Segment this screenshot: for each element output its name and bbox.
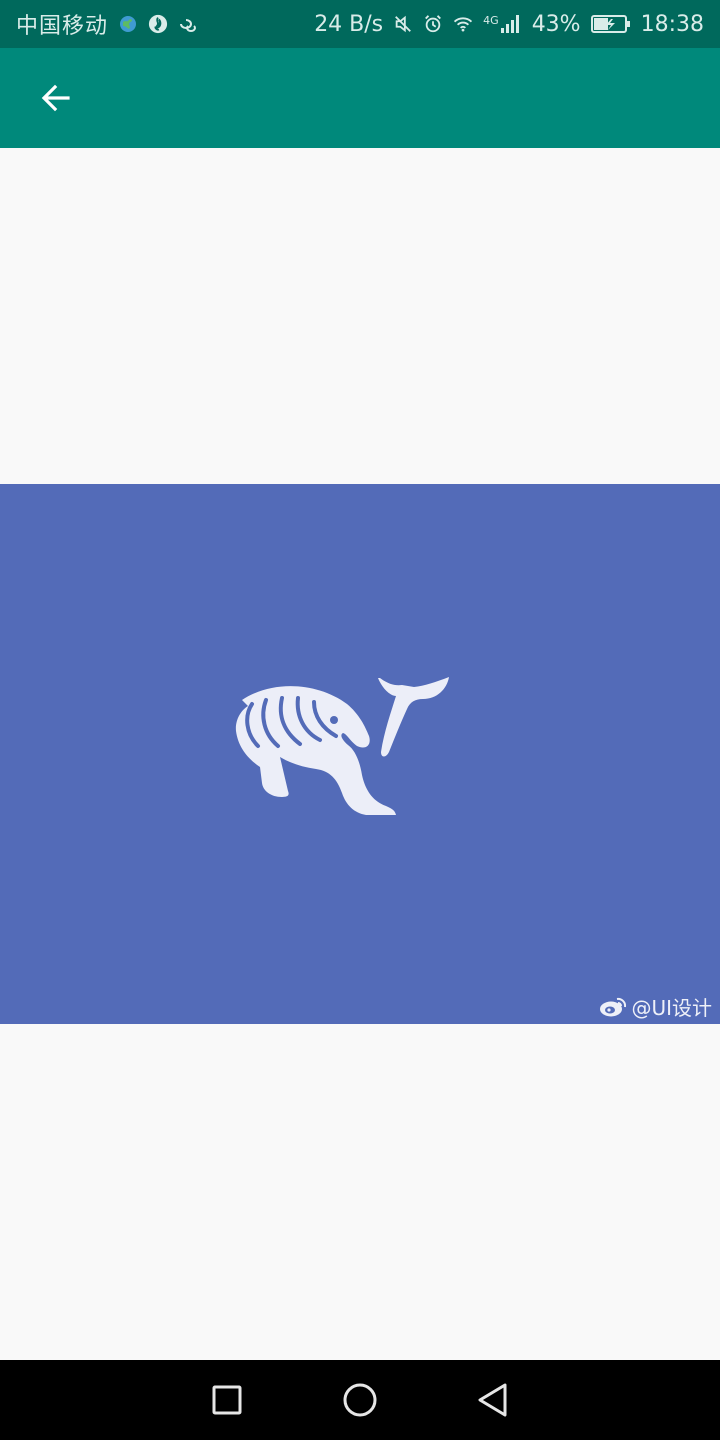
- weibo-watermark: @UI设计: [599, 992, 712, 1021]
- cell-signal-icon: [500, 15, 519, 33]
- circle-icon: [343, 1383, 377, 1417]
- status-bar: 中国移动 24 B/s 4G 43% 18:38: [0, 0, 720, 48]
- globe-icon: [118, 14, 138, 34]
- square-icon: [212, 1385, 242, 1415]
- home-button[interactable]: [328, 1368, 392, 1432]
- app-notification-icon: [148, 14, 168, 34]
- network-type-label: 4G: [483, 14, 499, 27]
- app-bar: [0, 48, 720, 148]
- system-nav-bar: [0, 1360, 720, 1440]
- swirl-notification-icon: [178, 14, 198, 34]
- carrier-label: 中国移动: [16, 14, 109, 39]
- mute-icon: [393, 14, 413, 34]
- nav-back-button[interactable]: [461, 1368, 525, 1432]
- content-area-top: [0, 148, 720, 484]
- content-area-bottom: [0, 1024, 720, 1360]
- overview-button[interactable]: [195, 1368, 259, 1432]
- status-left: 中国移动: [16, 8, 198, 40]
- signal-group: 4G: [483, 14, 522, 34]
- status-right: 24 B/s 4G 43% 18:38: [314, 12, 704, 37]
- net-speed-label: 24 B/s: [314, 11, 384, 37]
- clock-label: 18:38: [640, 11, 704, 37]
- whale-logo-icon: [235, 677, 449, 815]
- arrow-left-icon: [41, 84, 70, 112]
- weibo-icon: [600, 997, 627, 1016]
- battery-percent-label: 43%: [531, 11, 581, 37]
- wifi-icon: [453, 14, 473, 34]
- alarm-icon: [423, 14, 443, 34]
- battery-charging-icon: [590, 14, 631, 34]
- triangle-back-icon: [478, 1383, 507, 1417]
- back-button[interactable]: [28, 70, 84, 126]
- watermark-text: @UI设计: [631, 996, 712, 1020]
